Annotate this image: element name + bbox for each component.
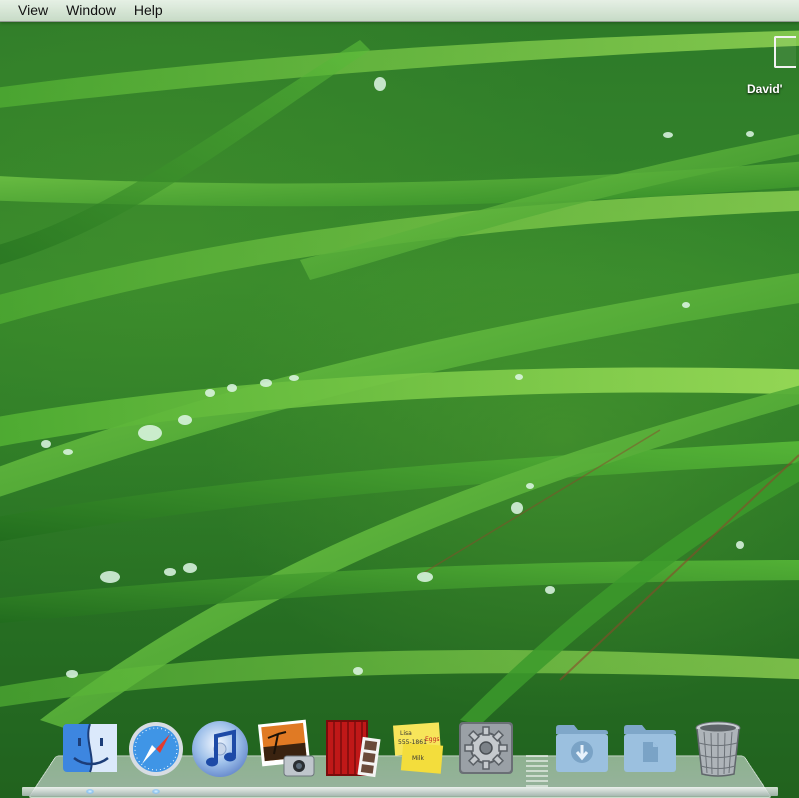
finder-icon [63,723,117,773]
downloads-folder-icon [556,725,608,772]
sticky-note-line1: Lisa [400,730,412,737]
desktop-screen: View Window Help David' Lisa 555-1861 Eg… [0,0,799,798]
dock-item-trash[interactable] [688,718,748,778]
dock-separator[interactable] [526,752,548,796]
desktop-drive-label[interactable]: David' [747,82,799,96]
finder-running-indicator [86,789,94,794]
sticky-note-line3: Eggs [425,736,440,743]
sticky-note-line2: 555-1861 [398,739,427,746]
dock-front-edge [22,787,778,796]
iphoto-icon [257,719,315,777]
dock-item-downloads[interactable] [552,718,612,778]
dock-item-photo-booth[interactable] [322,718,382,778]
photo-booth-icon [326,720,381,778]
documents-folder-icon [624,725,676,772]
dock-item-system-preferences[interactable] [456,718,516,778]
safari-running-indicator [152,789,160,794]
safari-icon [129,722,183,776]
dock-item-itunes[interactable] [190,718,250,778]
dock-item-stickies[interactable]: Lisa 555-1861 Eggs Milk [388,718,448,778]
menu-view[interactable]: View [0,0,57,21]
itunes-icon [192,721,248,777]
dock-item-safari[interactable] [126,718,186,778]
menu-help[interactable]: Help [125,0,172,21]
menu-window[interactable]: Window [57,0,125,21]
system-preferences-icon [459,722,513,774]
menu-bar: View Window Help [0,0,799,22]
trash-icon [695,721,741,777]
dock-item-finder[interactable] [60,718,120,778]
dock-item-iphoto[interactable] [256,718,316,778]
sticky-note-line4: Milk [412,755,425,762]
hard-drive-icon[interactable] [774,36,796,68]
dock-item-documents[interactable] [620,718,680,778]
grass-wallpaper-image [0,0,799,798]
desktop-drive-item[interactable]: David' [747,36,799,96]
desktop-wallpaper [0,0,799,798]
stickies-icon: Lisa 555-1861 Eggs Milk [393,722,444,774]
